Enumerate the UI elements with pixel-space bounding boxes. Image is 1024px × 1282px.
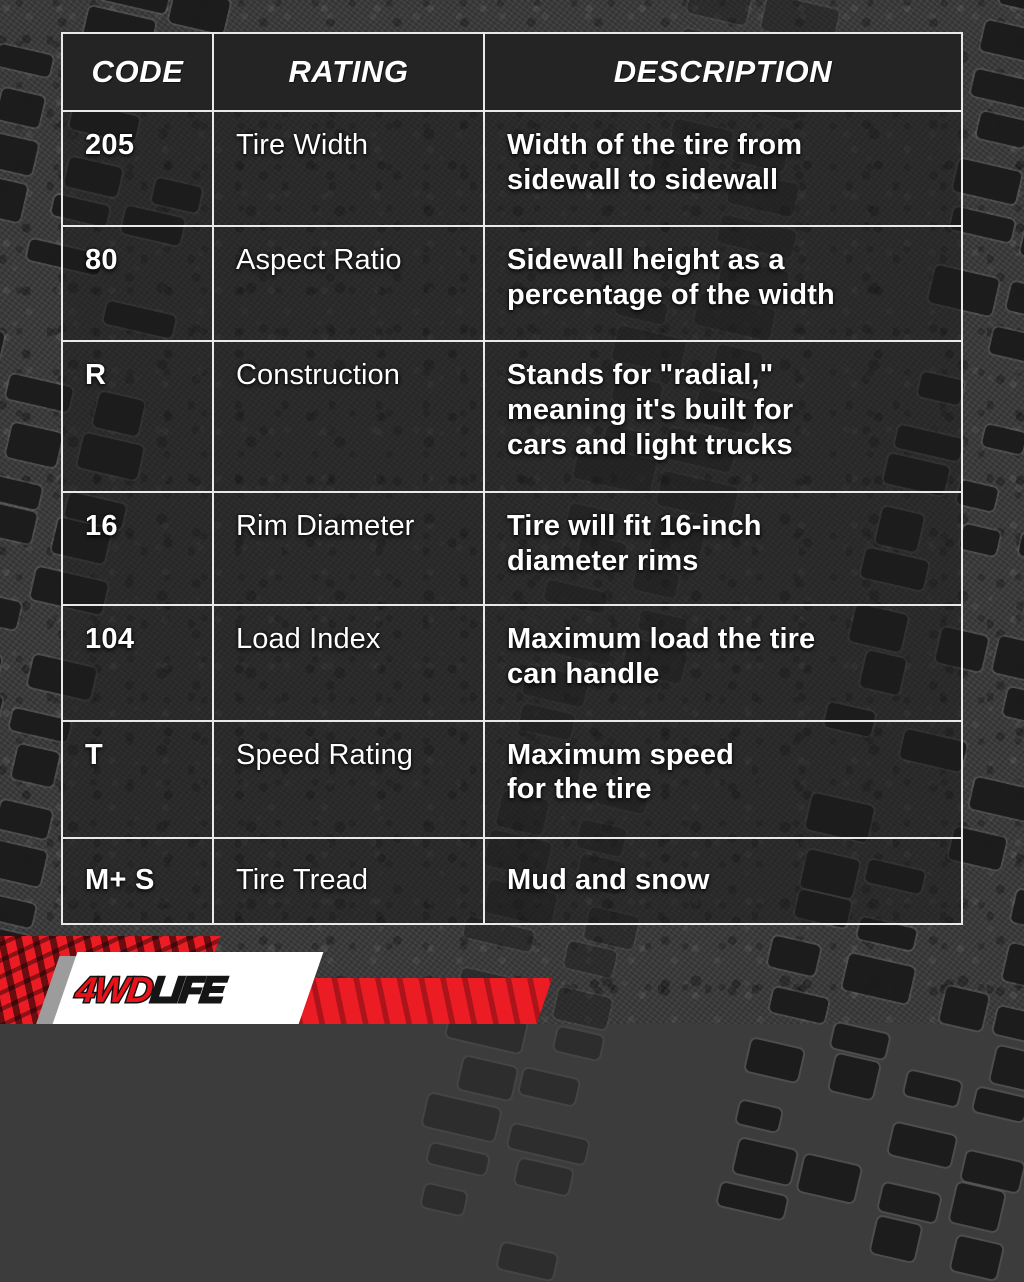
table-row: M+ S Tire Tread Mud and snow	[63, 838, 961, 924]
code-value: R	[85, 359, 107, 392]
rating-value: Construction	[236, 359, 400, 392]
cell-code: R	[63, 342, 214, 492]
table-row: 205 Tire Width Width of the tire from si…	[63, 112, 961, 228]
tire-code-table: CODE RATING DESCRIPTION 205 Tire Width W…	[61, 32, 963, 925]
description-value: Sidewall height as a percentage of the w…	[507, 244, 835, 311]
cell-rating: Tire Tread	[214, 838, 485, 924]
cell-rating: Tire Width	[214, 112, 485, 226]
cell-description: Tire will fit 16-inch diameter rims	[485, 493, 961, 604]
cell-description: Maximum load the tire can handle	[485, 606, 961, 719]
brand-logo: 4WD LIFE	[72, 966, 310, 1014]
cell-code: 205	[63, 112, 214, 226]
column-header-code-label: CODE	[91, 54, 184, 89]
rating-value: Tire Width	[236, 129, 369, 161]
rating-value: Tire Tread	[236, 864, 369, 897]
cell-description: Width of the tire from sidewall to sidew…	[485, 112, 961, 225]
column-header-description: DESCRIPTION	[485, 34, 961, 110]
description-value: Mud and snow	[507, 864, 710, 897]
column-header-rating: RATING	[214, 34, 485, 110]
cell-rating: Construction	[214, 342, 485, 492]
table-row: 104 Load Index Maximum load the tire can…	[63, 606, 961, 722]
cell-code: M+ S	[63, 838, 214, 924]
code-value: 205	[85, 129, 135, 161]
description-value: Tire will fit 16-inch diameter rims	[507, 510, 762, 577]
table-row: 80 Aspect Ratio Sidewall height as a per…	[63, 227, 961, 343]
description-value: Maximum load the tire can handle	[507, 623, 816, 691]
cell-code: 16	[63, 493, 214, 605]
table-header-row: CODE RATING DESCRIPTION	[63, 34, 961, 112]
rating-value: Aspect Ratio	[236, 244, 402, 277]
footer-branding-bar: 4WD LIFE	[0, 936, 1024, 1024]
column-header-description-label: DESCRIPTION	[613, 54, 833, 89]
code-value: 104	[85, 623, 135, 656]
cell-rating: Aspect Ratio	[214, 227, 485, 341]
cell-code: 80	[63, 227, 214, 341]
code-value: 16	[85, 510, 118, 543]
rating-value: Load Index	[236, 623, 381, 656]
rating-value: Speed Rating	[236, 738, 413, 771]
cell-rating: Speed Rating	[214, 721, 485, 837]
code-value: M+ S	[85, 864, 155, 897]
brand-logo-4wd: 4WD	[72, 968, 156, 1012]
code-value: 80	[85, 244, 118, 277]
cell-description: Stands for "radial," meaning it's built …	[485, 342, 961, 491]
code-value: T	[85, 738, 104, 771]
cell-code: 104	[63, 606, 214, 720]
description-value: Maximum speed for the tire	[507, 738, 734, 806]
column-header-rating-label: RATING	[288, 54, 409, 89]
cell-code: T	[63, 721, 214, 837]
cell-description: Mud and snow	[485, 839, 961, 923]
description-value: Stands for "radial," meaning it's built …	[507, 359, 794, 461]
cell-description: Maximum speed for the tire	[485, 722, 961, 837]
description-value: Width of the tire from sidewall to sidew…	[507, 129, 803, 196]
table-row: 16 Rim Diameter Tire will fit 16-inch di…	[63, 493, 961, 607]
brand-logo-life: LIFE	[147, 968, 228, 1012]
table-row: T Speed Rating Maximum speed for the tir…	[63, 721, 961, 839]
cell-description: Sidewall height as a percentage of the w…	[485, 227, 961, 340]
cell-rating: Load Index	[214, 606, 485, 720]
table-row: R Construction Stands for "radial," mean…	[63, 342, 961, 494]
rating-value: Rim Diameter	[236, 510, 415, 543]
cell-rating: Rim Diameter	[214, 493, 485, 605]
column-header-code: CODE	[63, 34, 214, 110]
